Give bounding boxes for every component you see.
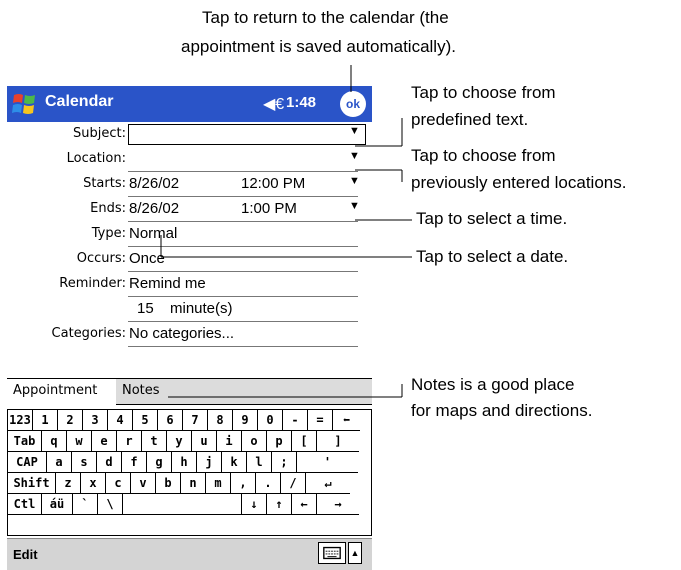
- callout-lines: [160, 65, 412, 398]
